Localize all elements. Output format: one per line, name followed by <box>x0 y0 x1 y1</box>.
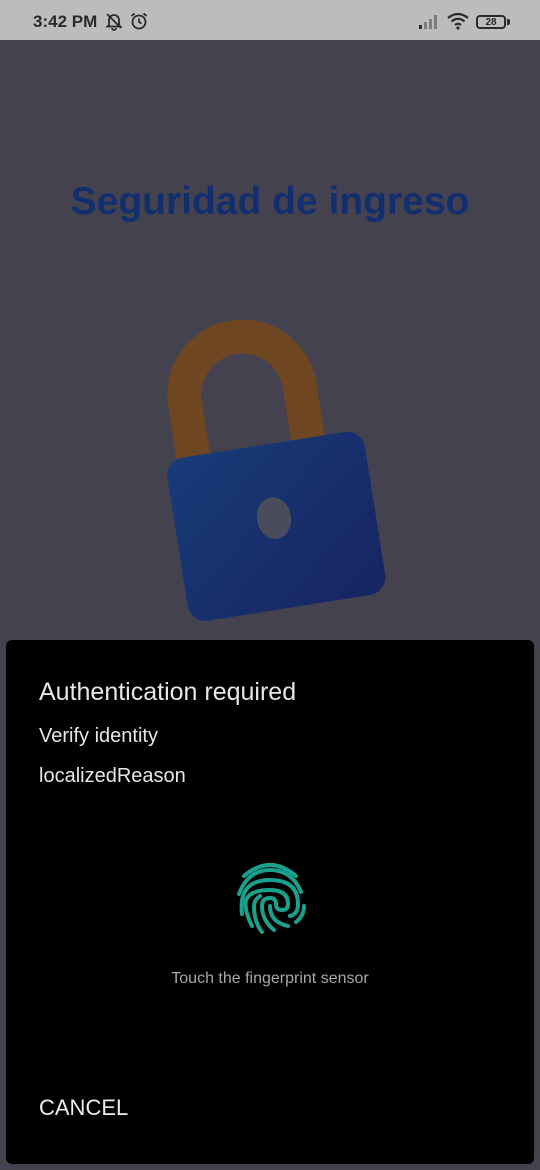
fingerprint-icon[interactable] <box>232 860 308 940</box>
padlock-icon <box>167 319 386 621</box>
authentication-dialog: Authentication required Verify identity … <box>6 640 534 1164</box>
battery-icon: 28 <box>476 15 506 29</box>
battery-level: 28 <box>485 17 497 28</box>
status-bar: 3:42 PM 28 <box>0 0 540 40</box>
cancel-button[interactable]: CANCEL <box>39 1095 128 1121</box>
battery-tip <box>507 19 510 25</box>
dialog-title: Authentication required <box>39 678 297 706</box>
dialog-subtitle: Verify identity <box>39 725 158 747</box>
signal-icon <box>419 15 437 29</box>
fingerprint-hint: Touch the fingerprint sensor <box>171 970 369 987</box>
alarm-icon <box>130 12 148 30</box>
status-time: 3:42 PM <box>33 12 98 31</box>
bell-off-icon <box>105 13 123 31</box>
page-title: Seguridad de ingreso <box>70 180 470 223</box>
dialog-description: localizedReason <box>39 765 186 787</box>
wifi-icon <box>447 12 469 30</box>
